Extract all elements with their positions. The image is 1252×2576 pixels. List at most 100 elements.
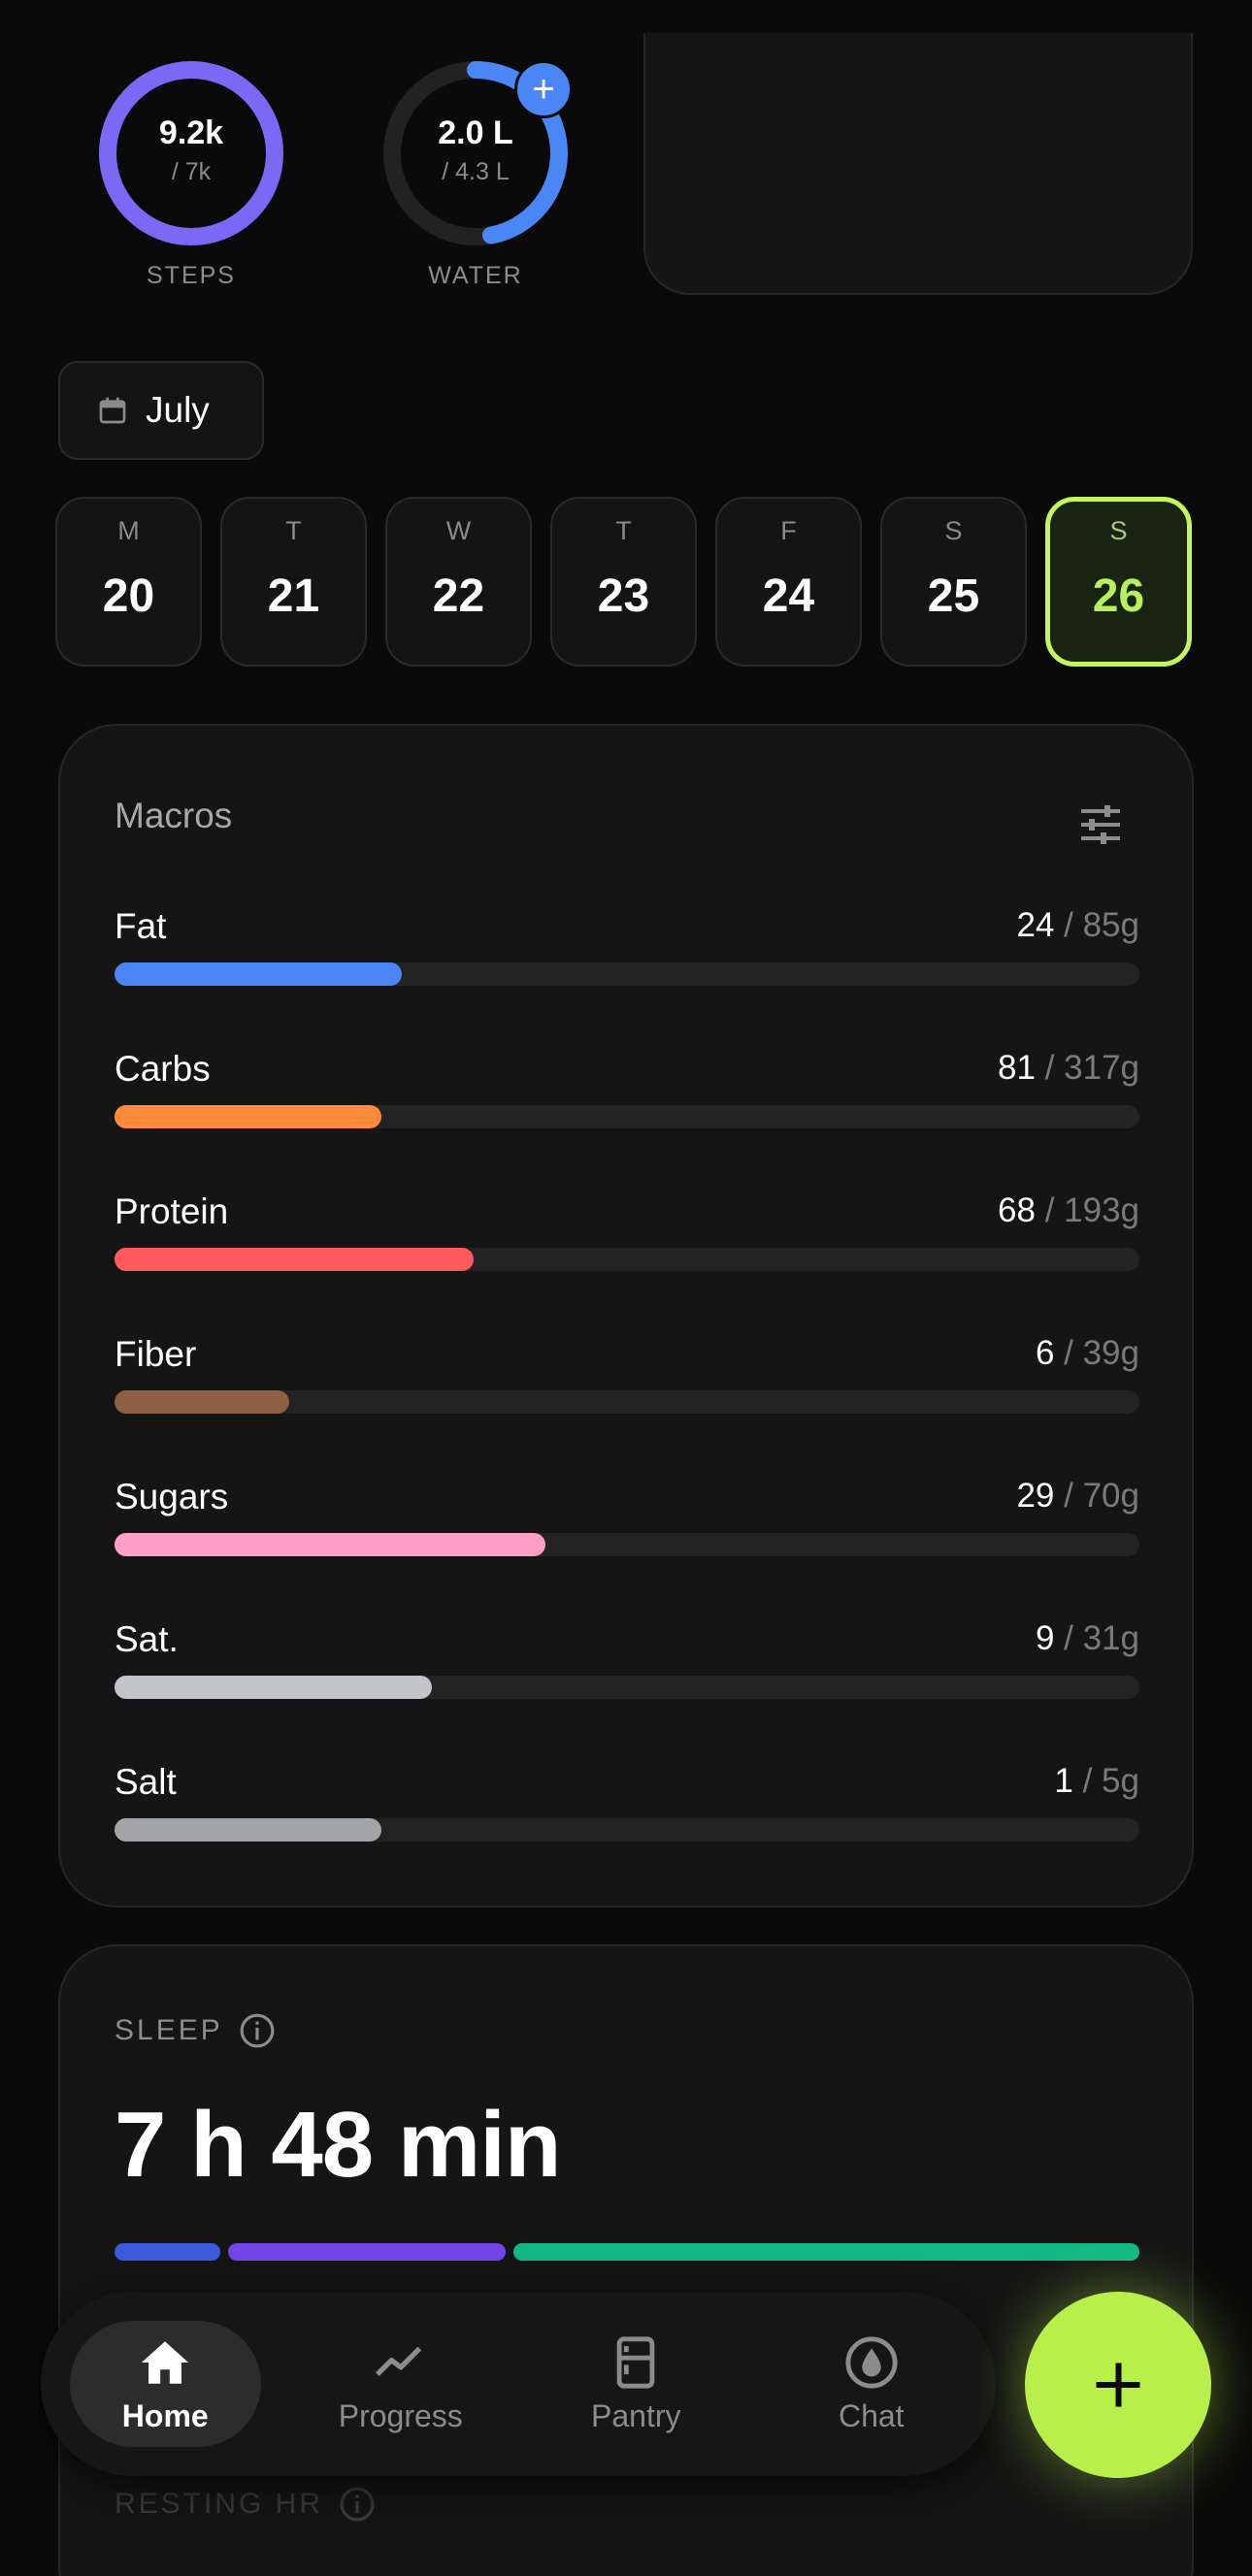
day-weekday: W	[445, 516, 472, 545]
nav-home[interactable]: Home	[70, 2321, 261, 2447]
day-number: 21	[267, 571, 320, 622]
day-chip[interactable]: T 23	[550, 497, 697, 667]
month-selector[interactable]: July	[58, 361, 264, 460]
steps-widget[interactable]: 9.2k / 7k STEPS	[96, 58, 286, 290]
macro-total: / 193g	[1044, 1191, 1139, 1229]
macro-total: / 39g	[1064, 1334, 1139, 1372]
macro-name: Salt	[115, 1762, 177, 1802]
info-icon[interactable]	[239, 2012, 276, 2049]
chat-drop-icon	[845, 2335, 898, 2389]
macro-progress-track	[115, 1248, 1139, 1271]
macro-current: 81	[998, 1049, 1036, 1087]
nav-pantry[interactable]: Pantry	[541, 2321, 732, 2447]
home-icon	[142, 2340, 189, 2384]
macro-name: Fat	[115, 906, 167, 946]
app-screen: 9.2k / 7k STEPS 2.0 L / 4.3 L + WATER Ju…	[0, 0, 1252, 2576]
macro-row: Sugars 29 / 70g	[115, 1477, 1139, 1583]
macro-total: / 5g	[1082, 1762, 1139, 1800]
steps-goal: / 7k	[171, 158, 212, 185]
nav-label: Pantry	[591, 2397, 681, 2433]
macro-row: Salt 1 / 5g	[115, 1762, 1139, 1869]
day-chip[interactable]: W 22	[385, 497, 532, 667]
day-chip[interactable]: T 21	[220, 497, 367, 667]
sleep-stage-segment	[228, 2243, 507, 2261]
sleep-stages-bar	[115, 2243, 1139, 2261]
macro-progress-fill	[115, 1818, 381, 1842]
day-weekday: T	[285, 516, 302, 545]
day-weekday: F	[780, 516, 797, 545]
sleep-card[interactable]: SLEEP 7 h 48 min RESTING HR	[58, 1944, 1194, 2576]
steps-value: 9.2k	[158, 114, 224, 151]
macro-current: 24	[1016, 906, 1055, 944]
plus-icon	[1096, 2363, 1140, 2407]
day-number: 22	[432, 571, 485, 622]
macro-amount: 68 / 193g	[998, 1191, 1139, 1230]
macro-current: 68	[998, 1191, 1036, 1229]
macro-amount: 9 / 31g	[1036, 1619, 1139, 1658]
day-number: 23	[597, 571, 650, 622]
macro-current: 9	[1035, 1619, 1055, 1657]
macro-name: Carbs	[115, 1049, 211, 1089]
day-number: 24	[762, 571, 815, 622]
macro-total: / 31g	[1064, 1619, 1139, 1657]
water-value: 2.0 L	[438, 114, 513, 151]
nav-label: Progress	[338, 2397, 463, 2433]
sleep-stage-segment	[513, 2243, 1139, 2261]
macros-title: Macros	[115, 796, 233, 835]
macro-progress-fill	[115, 962, 402, 986]
macro-name: Sat.	[115, 1619, 179, 1659]
day-number: 25	[927, 571, 980, 622]
sleep-label: SLEEP	[115, 2014, 223, 2046]
calendar-icon	[99, 397, 126, 424]
macro-total: / 85g	[1064, 906, 1139, 944]
resting-hr-header: RESTING HR	[115, 2486, 376, 2523]
macro-progress-fill	[115, 1105, 381, 1128]
day-weekday: S	[1109, 516, 1128, 545]
macro-progress-track	[115, 1533, 1139, 1556]
water-goal: / 4.3 L	[442, 158, 510, 185]
macro-name: Fiber	[115, 1334, 197, 1374]
macro-current: 6	[1035, 1334, 1055, 1372]
macro-current: 1	[1054, 1762, 1073, 1800]
nav-progress[interactable]: Progress	[306, 2321, 497, 2447]
macro-progress-fill	[115, 1248, 474, 1271]
nav-label: Home	[121, 2397, 209, 2433]
macro-progress-track	[115, 1676, 1139, 1699]
macro-amount: 24 / 85g	[1016, 906, 1139, 945]
day-chip[interactable]: M 20	[55, 497, 202, 667]
trend-icon	[375, 2346, 421, 2376]
macro-total: / 317g	[1044, 1049, 1139, 1087]
macros-card: Macros Fat 24 / 85g Carbs 81 / 317g Prot…	[58, 724, 1194, 1908]
water-label: WATER	[428, 262, 523, 289]
add-water-button[interactable]: +	[514, 60, 573, 118]
macro-row: Carbs 81 / 317g	[115, 1049, 1139, 1156]
fridge-icon	[616, 2335, 655, 2389]
sliders-icon[interactable]	[1077, 801, 1124, 848]
macro-amount: 81 / 317g	[998, 1049, 1139, 1088]
day-weekday: T	[615, 516, 632, 545]
macro-amount: 29 / 70g	[1016, 1477, 1139, 1516]
macro-progress-fill	[115, 1533, 545, 1556]
macro-progress-fill	[115, 1390, 289, 1414]
day-chip[interactable]: F 24	[715, 497, 862, 667]
water-widget[interactable]: 2.0 L / 4.3 L + WATER	[380, 58, 573, 290]
bottom-nav: Home Progress Pantry Chat	[41, 2292, 996, 2476]
top-summary-card[interactable]	[643, 33, 1193, 295]
macro-row: Protein 68 / 193g	[115, 1191, 1139, 1298]
macro-progress-track	[115, 1105, 1139, 1128]
day-weekday: S	[944, 516, 963, 545]
nav-chat[interactable]: Chat	[776, 2321, 968, 2447]
macro-name: Protein	[115, 1191, 229, 1231]
macro-current: 29	[1016, 1477, 1055, 1515]
macro-row: Fiber 6 / 39g	[115, 1334, 1139, 1441]
info-icon	[340, 2487, 375, 2522]
macro-total: / 70g	[1064, 1477, 1139, 1515]
macro-progress-fill	[115, 1676, 433, 1699]
sleep-header: SLEEP	[115, 2012, 276, 2049]
add-entry-button[interactable]	[1025, 2292, 1211, 2478]
macro-progress-track	[115, 1390, 1139, 1414]
day-chip-selected[interactable]: S 26	[1045, 497, 1192, 667]
macro-progress-track	[115, 962, 1139, 986]
steps-label: STEPS	[147, 262, 236, 289]
day-chip[interactable]: S 25	[880, 497, 1027, 667]
